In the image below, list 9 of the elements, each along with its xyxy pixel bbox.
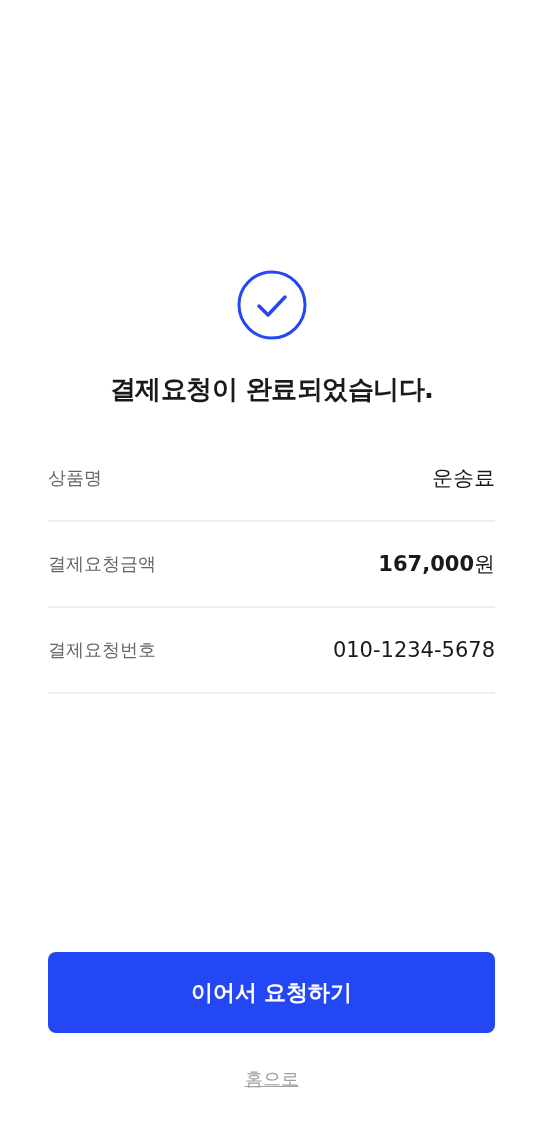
continue-request-button[interactable]: 이어서 요청하기 <box>48 952 495 1033</box>
detail-value: 운송료 <box>432 465 495 492</box>
detail-label: 상품명 <box>48 466 102 490</box>
detail-label: 결제요청금액 <box>48 552 156 576</box>
detail-label: 결제요청번호 <box>48 638 156 662</box>
check-circle-icon <box>236 270 307 340</box>
detail-value: 167,000원 <box>378 551 495 578</box>
detail-value: 010-1234-5678 <box>332 638 495 662</box>
completion-title: 결제요청이 완료되었습니다. <box>109 373 434 406</box>
